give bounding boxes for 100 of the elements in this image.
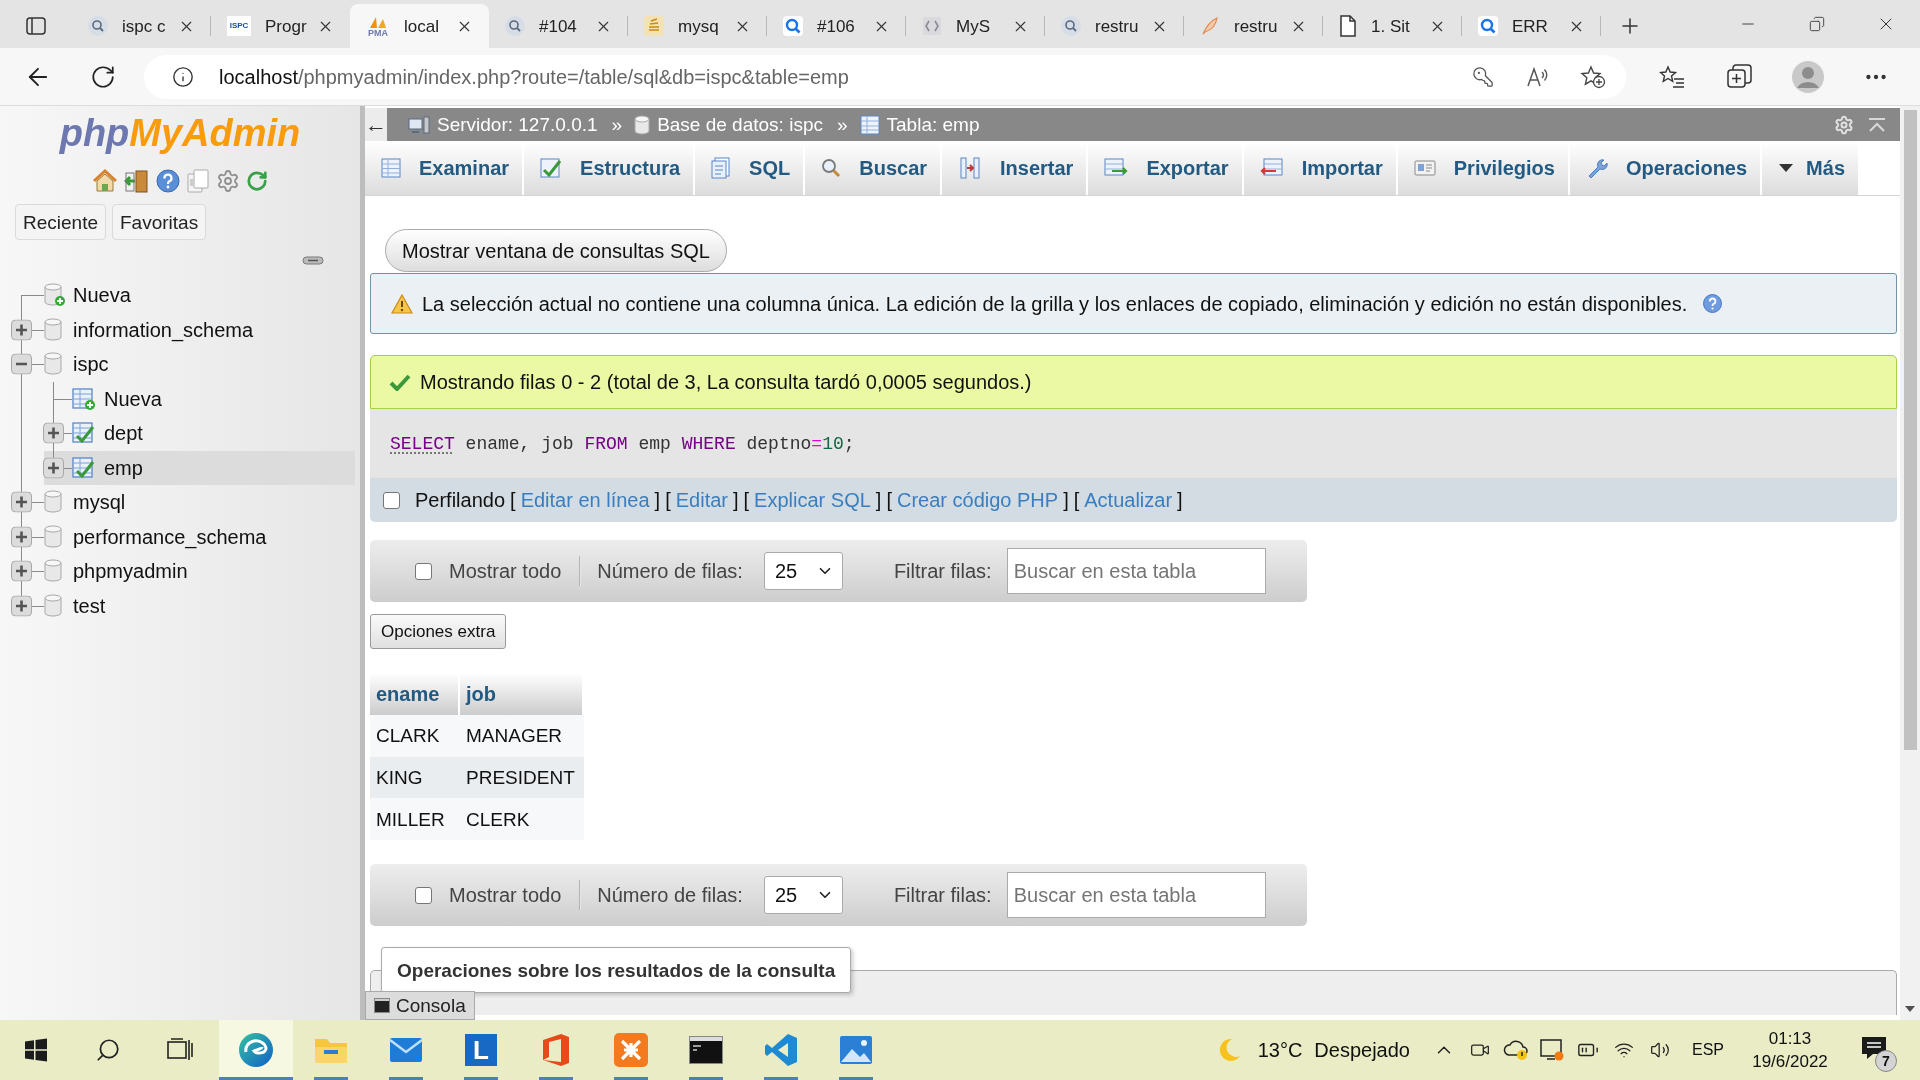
read-aloud-icon[interactable] [1526,65,1550,88]
breadcrumb-link[interactable]: Servidor: 127.0.0.1 [437,115,598,134]
checkbox[interactable] [415,562,432,580]
breadcrumb-link[interactable]: Tabla: emp [886,115,980,134]
expand-icon[interactable] [11,491,32,513]
table-icon [72,455,96,480]
extra-options-button[interactable]: Opciones extra [370,614,507,649]
console-tab[interactable]: Consola [365,991,475,1020]
separator-text: » [611,115,623,134]
success-text: Mostrando filas 0 - 2 (total de 3, La consulta tardó 0,0005 segundos.) [420,372,1032,392]
address-bar[interactable]: localhost/phpmyadmin/index.php?route=/table/sql&db=ispc&table=emp [144,54,1626,99]
navigation-toggle[interactable]: ← [365,108,387,141]
letter-tile-icon: L [465,1034,497,1066]
checkbox[interactable] [415,886,432,904]
sidebar-tab-button[interactable]: Reciente [15,204,106,240]
expand-icon[interactable] [11,319,32,341]
speaker-icon[interactable] [1650,1040,1670,1060]
document-icon [711,157,732,179]
expand-icon[interactable] [43,457,64,479]
table-icon [859,114,880,135]
search-icon [505,16,525,36]
browser-tab[interactable]: 1. Sit [1323,4,1462,48]
new-table-icon [72,386,96,411]
settings-icon[interactable] [1834,114,1854,135]
search-icon [1478,16,1498,36]
scrollbar[interactable] [1900,106,1920,1020]
logo[interactable]: phpMyAdmin [59,112,301,154]
sidebar-tab-button[interactable]: Favoritas [112,204,207,240]
tree-item[interactable]: Nueva [0,278,355,313]
scroll-thumb[interactable] [1903,110,1917,750]
table-icon [72,421,96,446]
rows-select[interactable]: 25 [763,552,843,590]
info-icon[interactable] [172,65,194,88]
table-check-icon [540,158,563,178]
browser-tab[interactable]: #106 [767,4,906,48]
bracket-text: [ [665,490,671,510]
tab-actions-icon[interactable] [26,17,46,35]
add-favorite-icon[interactable] [1580,64,1606,89]
expand-icon[interactable] [11,560,32,582]
language-indicator[interactable]: ESP [1692,1042,1724,1058]
caret-down-icon[interactable] [1905,1006,1915,1012]
terminal-icon [374,998,390,1013]
collapse-icon[interactable] [11,353,32,375]
avatar-icon[interactable] [1792,60,1824,93]
browser-tab[interactable]: ERR [1462,4,1601,48]
search-icon[interactable] [95,1037,121,1063]
windows-logo-icon[interactable] [24,1038,48,1062]
tree-item[interactable]: phpmyadmin [0,554,355,589]
bracket-text: ] [1063,490,1069,510]
brackets-icon [922,16,942,36]
link-icon[interactable] [302,256,324,265]
key-icon[interactable] [1472,65,1494,88]
browser-tab[interactable]: MyS [906,4,1045,48]
exit-door-icon[interactable] [124,169,150,193]
browser-tab[interactable]: #104 [489,4,628,48]
notice-text: La selección actual no contiene una columna única. La edición de la grilla y los enlaces de copiado, eliminación y edición no están disponibles. [422,293,1688,314]
expand-icon[interactable] [11,595,32,617]
expand-icon[interactable] [11,526,32,548]
help-icon[interactable] [1703,294,1723,313]
expand-icon[interactable] [43,422,64,444]
column-header[interactable]: ename [370,673,460,715]
taskbar-button[interactable]: L [444,1020,518,1080]
tree-item[interactable]: mysql [0,485,355,520]
help-icon[interactable] [156,169,180,193]
rows-select[interactable]: 25 [763,876,843,915]
browser-tab[interactable]: restru [1045,4,1184,48]
tree-item[interactable]: test [0,588,355,623]
tree-item[interactable]: performance_schema [0,519,355,554]
sql-window-button[interactable]: Mostrar ventana de consultas SQL [385,229,727,272]
filter-field[interactable]: Buscar en esta tabla [1006,548,1266,594]
tree-item[interactable]: dept [44,416,355,451]
keyword-link[interactable]: SELECT [390,433,455,454]
favorites-icon[interactable] [1659,64,1685,89]
collections-icon[interactable] [1727,63,1753,90]
separator-text: » [836,115,848,134]
tree-item[interactable]: ispc [0,347,355,382]
task-view-icon[interactable] [167,1038,193,1062]
column-header[interactable]: job [460,673,584,715]
monitor-icon[interactable] [1539,1038,1565,1062]
browser-tab[interactable]: PMA local [350,4,489,48]
browser-tab[interactable]: ispc c [72,4,211,48]
breadcrumb-link[interactable]: Base de datos: ispc [657,115,823,134]
clock[interactable]: 01:13 19/6/2022 [1738,1030,1842,1070]
search-icon [88,16,108,36]
checkbox[interactable] [383,491,400,509]
home-icon[interactable] [92,169,118,193]
search-icon [821,158,842,178]
browser-tab[interactable]: mysq [628,4,767,48]
browser-tab[interactable]: restru [1184,4,1323,48]
bracket-text: [ [886,490,892,510]
filter-field[interactable]: Buscar en esta tabla [1006,872,1266,919]
reload-icon[interactable] [90,63,116,90]
cloud-warning-icon[interactable] [1503,1039,1529,1061]
tree-item[interactable]: emp [44,450,355,485]
settings-icon[interactable] [216,169,240,193]
browser-tab[interactable]: ISPC Progr [211,4,350,48]
tree-item[interactable]: Nueva [44,381,355,416]
table-cell-text: CLERK [465,807,531,832]
restore-icon[interactable] [1808,16,1825,32]
tree-item[interactable]: information_schema [0,312,355,347]
